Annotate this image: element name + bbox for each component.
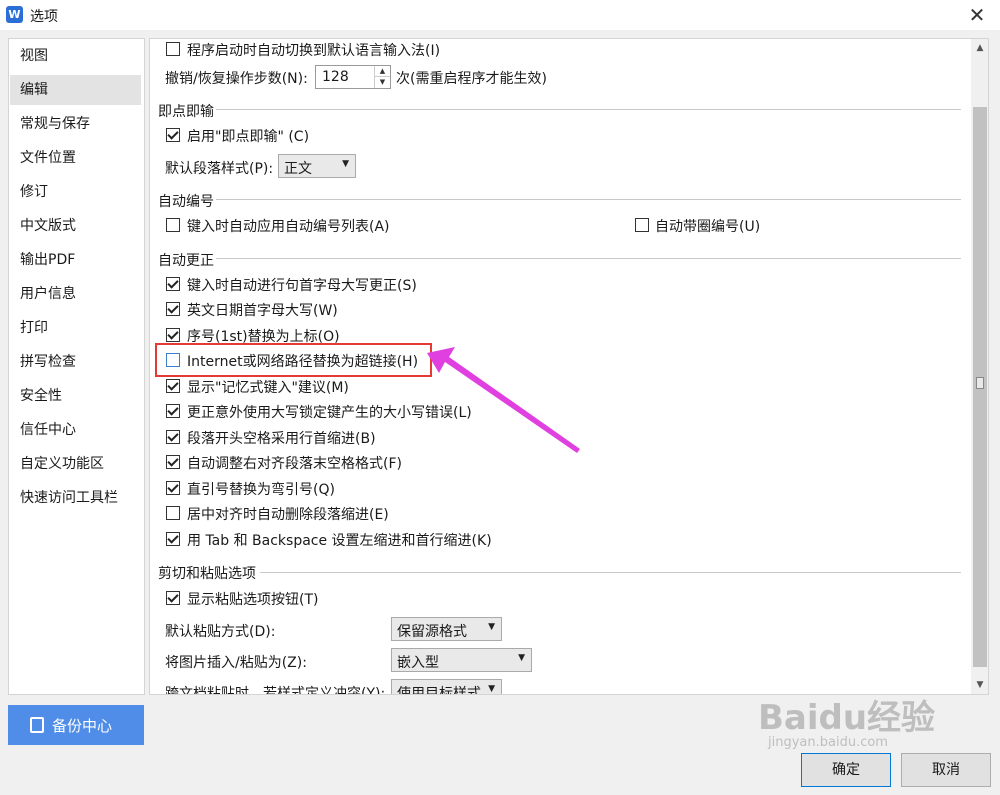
autocomplete-suggestion-checkbox[interactable] <box>166 379 180 393</box>
right-align-trailing-space-checkbox[interactable] <box>166 455 180 469</box>
baidu-watermark: Baidu经验 jingyan.baidu.com <box>758 690 936 750</box>
auto-numbering-list-label: 键入时自动应用自动编号列表(A) <box>187 219 390 235</box>
sidebar-item-chinese-layout[interactable]: 中文版式 <box>10 211 141 241</box>
cross-doc-paste-label: 跨文档粘贴时，若样式定义冲突(Y): <box>165 686 386 695</box>
capitalize-english-dates-checkbox[interactable] <box>166 302 180 316</box>
sidebar-item-revision[interactable]: 修订 <box>10 177 141 207</box>
auto-correct-item-label: 显示"记忆式键入"建议(M) <box>187 380 349 396</box>
title-bar: 选项 ✕ <box>0 0 1000 30</box>
sidebar-item-user-info[interactable]: 用户信息 <box>10 279 141 309</box>
undo-steps-value: 128 <box>322 69 349 85</box>
watermark-sub: jingyan.baidu.com <box>768 735 888 750</box>
chevron-down-icon: ▼ <box>342 159 349 169</box>
spin-up-icon[interactable]: ▲ <box>375 66 390 77</box>
spin-down-icon[interactable]: ▼ <box>375 77 390 88</box>
sidebar-item-view[interactable]: 视图 <box>10 41 141 71</box>
highlight-box <box>155 343 432 377</box>
default-paste-label: 默认粘贴方式(D): <box>165 624 276 640</box>
tab-backspace-indent-checkbox[interactable] <box>166 532 180 546</box>
backup-center-button[interactable]: 备份中心 <box>8 705 144 745</box>
undo-steps-label: 撤销/恢复操作步数(N): <box>165 71 308 87</box>
auto-correct-item-label: 段落开头空格采用行首缩进(B) <box>187 431 376 447</box>
auto-correct-item-label: 自动调整右对齐段落末空格格式(F) <box>187 456 402 472</box>
options-sidebar: 视图 编辑 常规与保存 文件位置 修订 中文版式 输出PDF 用户信息 打印 拼… <box>8 38 145 695</box>
scroll-down-icon[interactable]: ▼ <box>971 676 988 694</box>
section-divider <box>216 199 961 200</box>
picture-insert-value: 嵌入型 <box>397 655 439 671</box>
sidebar-item-security[interactable]: 安全性 <box>10 381 141 411</box>
section-title-auto-numbering: 自动编号 <box>158 194 214 210</box>
sidebar-item-edit[interactable]: 编辑 <box>10 75 141 105</box>
section-title-instant-input: 即点即输 <box>158 104 214 120</box>
section-divider <box>260 572 961 573</box>
cancel-button[interactable]: 取消 <box>901 753 991 787</box>
sidebar-item-customize-ribbon[interactable]: 自定义功能区 <box>10 449 141 479</box>
default-paste-select[interactable]: 保留源格式 ▼ <box>391 617 502 641</box>
auto-circle-number-label: 自动带圈编号(U) <box>655 219 761 235</box>
sidebar-item-export-pdf[interactable]: 输出PDF <box>10 245 141 275</box>
scroll-grip <box>976 377 984 389</box>
backup-center-label: 备份中心 <box>52 717 113 735</box>
chevron-down-icon: ▼ <box>488 622 495 632</box>
ordinal-superscript-checkbox[interactable] <box>166 328 180 342</box>
picture-insert-label: 将图片插入/粘贴为(Z): <box>165 655 307 671</box>
sidebar-item-spell-check[interactable]: 拼写检查 <box>10 347 141 377</box>
smart-quotes-checkbox[interactable] <box>166 481 180 495</box>
auto-correct-item-label: 直引号替换为弯引号(Q) <box>187 482 335 498</box>
pointer-arrow-icon <box>427 347 580 453</box>
picture-insert-select[interactable]: 嵌入型 ▼ <box>391 648 532 672</box>
undo-steps-spinbox[interactable]: 128 ▲ ▼ <box>315 65 391 89</box>
auto-switch-ime-checkbox[interactable] <box>166 42 180 56</box>
section-divider <box>216 258 961 259</box>
show-paste-options-label: 显示粘贴选项按钮(T) <box>187 592 319 608</box>
wps-writer-icon <box>6 6 23 23</box>
auto-numbering-list-checkbox[interactable] <box>166 218 180 232</box>
section-divider <box>216 109 961 110</box>
ok-button[interactable]: 确定 <box>801 753 891 787</box>
caps-lock-correction-checkbox[interactable] <box>166 404 180 418</box>
chevron-down-icon: ▼ <box>518 653 525 663</box>
auto-correct-item-label: 英文日期首字母大写(W) <box>187 303 338 319</box>
default-paragraph-style-value: 正文 <box>284 161 312 177</box>
sidebar-item-file-location[interactable]: 文件位置 <box>10 143 141 173</box>
leading-space-indent-checkbox[interactable] <box>166 430 180 444</box>
sidebar-item-trust-center[interactable]: 信任中心 <box>10 415 141 445</box>
enable-instant-input-label: 启用"即点即输" (C) <box>187 129 310 145</box>
undo-steps-note: 次(需重启程序才能生效) <box>396 71 547 87</box>
close-button[interactable]: ✕ <box>960 2 994 28</box>
cross-doc-paste-select[interactable]: 使用目标样式 ▼ <box>391 679 502 695</box>
enable-instant-input-checkbox[interactable] <box>166 128 180 142</box>
sidebar-item-general-save[interactable]: 常规与保存 <box>10 109 141 139</box>
watermark-main: Baidu经验 <box>758 698 936 738</box>
default-paragraph-style-label: 默认段落样式(P): <box>165 161 274 177</box>
cross-doc-paste-value: 使用目标样式 <box>397 686 481 695</box>
auto-circle-number-checkbox[interactable] <box>635 218 649 232</box>
auto-correct-item-label: 居中对齐时自动删除段落缩进(E) <box>187 507 389 523</box>
chevron-down-icon: ▼ <box>488 684 495 694</box>
section-title-cut-paste: 剪切和粘贴选项 <box>158 566 256 582</box>
auto-switch-ime-label: 程序启动时自动切换到默认语言输入法(I) <box>187 43 441 59</box>
vertical-scrollbar[interactable]: ▲ ▼ <box>971 39 988 694</box>
backup-icon <box>30 717 44 733</box>
section-title-auto-correct: 自动更正 <box>158 253 214 269</box>
window-title: 选项 <box>30 9 58 25</box>
spin-buttons: ▲ ▼ <box>374 66 390 88</box>
auto-correct-item-label: 键入时自动进行句首字母大写更正(S) <box>187 278 417 294</box>
scroll-up-icon[interactable]: ▲ <box>971 39 988 57</box>
default-paste-value: 保留源格式 <box>397 624 467 640</box>
show-paste-options-checkbox[interactable] <box>166 591 180 605</box>
auto-correct-item-label: 用 Tab 和 Backspace 设置左缩进和首行缩进(K) <box>187 533 492 549</box>
sidebar-item-print[interactable]: 打印 <box>10 313 141 343</box>
default-paragraph-style-select[interactable]: 正文 ▼ <box>278 154 356 178</box>
sidebar-item-quick-access-toolbar[interactable]: 快速访问工具栏 <box>10 483 141 513</box>
auto-capitalize-sentence-checkbox[interactable] <box>166 277 180 291</box>
center-remove-indent-checkbox[interactable] <box>166 506 180 520</box>
